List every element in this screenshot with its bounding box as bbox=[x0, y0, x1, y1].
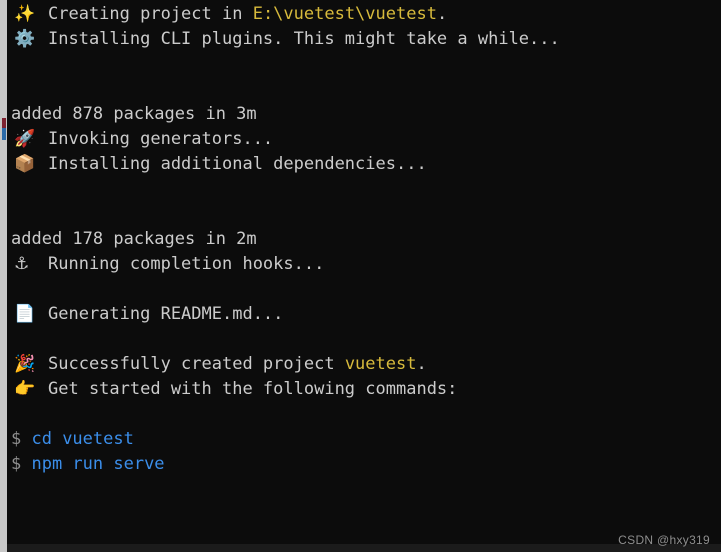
prompt-symbol: $ bbox=[11, 429, 22, 449]
output-text: Invoking generators... bbox=[48, 129, 274, 149]
terminal-window[interactable]: ✨ Creating project in E:\vuetest\vuetest.… bbox=[0, 0, 721, 552]
project-name: vuetest bbox=[344, 354, 417, 374]
output-line-added-878-packages: added 878 packages in 3m bbox=[0, 102, 721, 127]
output-line-installing-additional-dependencies: 📦 Installing additional dependencies... bbox=[0, 152, 721, 177]
output-line-invoking-generators: 🚀 Invoking generators... bbox=[0, 127, 721, 152]
output-text: Installing CLI plugins. This might take … bbox=[48, 29, 560, 49]
output-text: added 878 packages in 3m bbox=[11, 104, 257, 124]
project-path: E:\vuetest\vuetest bbox=[252, 4, 437, 24]
output-text: Running completion hooks... bbox=[48, 254, 325, 274]
output-line-successfully-created-project: 🎉 Successfully created project vuetest. bbox=[0, 352, 721, 377]
command-text: npm run serve bbox=[21, 454, 165, 474]
command-text: cd vuetest bbox=[21, 429, 134, 449]
prompt-symbol: $ bbox=[11, 454, 22, 474]
output-line-generating-readme: 📄 Generating README.md... bbox=[0, 302, 721, 327]
left-scrollbar-track[interactable] bbox=[0, 0, 7, 552]
output-text: Get started with the following commands: bbox=[48, 379, 458, 399]
output-line-creating-project: ✨ Creating project in E:\vuetest\vuetest. bbox=[0, 2, 721, 27]
output-line-added-178-packages: added 178 packages in 2m bbox=[0, 227, 721, 252]
output-text: Successfully created project bbox=[48, 354, 345, 374]
output-line-installing-cli-plugins: ⚙️ Installing CLI plugins. This might tak… bbox=[0, 27, 721, 52]
output-text: Creating project in bbox=[48, 4, 253, 24]
output-text: added 178 packages in 2m bbox=[11, 229, 257, 249]
output-text: Installing additional dependencies... bbox=[48, 154, 427, 174]
terminal-output: ✨ Creating project in E:\vuetest\vuetest.… bbox=[0, 0, 721, 552]
output-text: Generating README.md... bbox=[48, 304, 284, 324]
suggested-command-cd-vuetest[interactable]: $ cd vuetest bbox=[0, 427, 721, 452]
output-line-get-started: 👉 Get started with the following commands… bbox=[0, 377, 721, 402]
scrollbar-marker bbox=[2, 118, 6, 140]
output-line-running-completion-hooks: ⚓ Running completion hooks... bbox=[0, 252, 721, 277]
output-text-suffix: . bbox=[416, 354, 427, 374]
horizontal-scrollbar-track[interactable] bbox=[0, 544, 721, 552]
watermark: CSDN @hxy319 bbox=[618, 533, 710, 547]
horizontal-scrollbar-thumb[interactable] bbox=[0, 544, 7, 552]
output-text-suffix: . bbox=[436, 4, 448, 24]
suggested-command-npm-run-serve[interactable]: $ npm run serve bbox=[0, 452, 721, 477]
